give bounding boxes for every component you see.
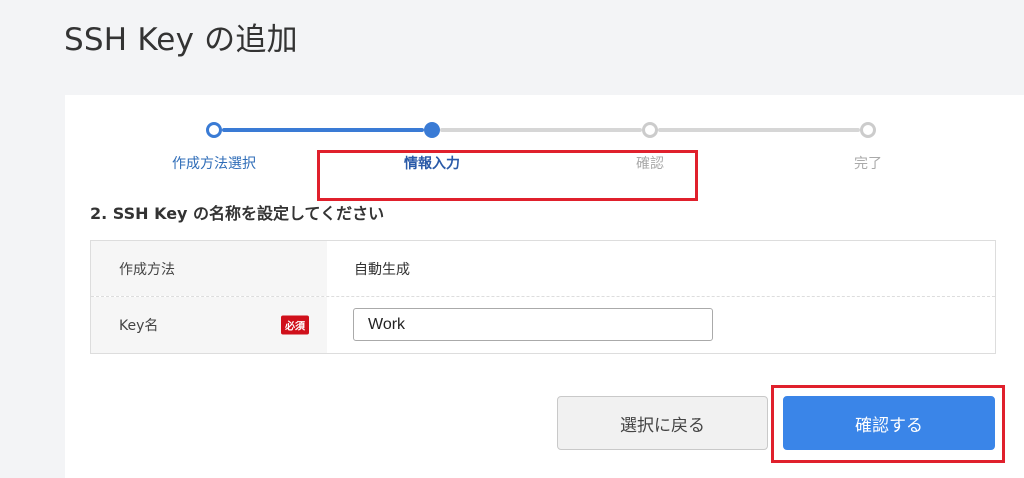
required-badge: 必須 <box>281 315 309 335</box>
method-value: 自動生成 <box>354 261 410 278</box>
step-connector-3 <box>658 128 860 132</box>
form-card: 作成方法選択 情報入力 確認 完了 2. SSH Key の名称を設定してくださ… <box>65 95 1024 478</box>
page-title: SSH Key の追加 <box>64 22 298 58</box>
step-dot-4 <box>860 122 876 138</box>
step-connector-2 <box>440 128 642 132</box>
form-row-key-name: Key名 必須 <box>91 297 995 353</box>
back-to-selection-button[interactable]: 選択に戻る <box>557 396 768 450</box>
method-label: 作成方法 <box>119 261 175 278</box>
step-dot-2 <box>424 122 440 138</box>
form-row-method: 作成方法 自動生成 <box>91 241 995 297</box>
confirm-highlight-box <box>771 385 1005 463</box>
step-connector-1 <box>222 128 424 132</box>
key-name-label: Key名 <box>119 318 159 334</box>
step-label-complete: 完了 <box>854 156 882 172</box>
step-label-select-method: 作成方法選択 <box>172 156 256 172</box>
step-dot-3 <box>642 122 658 138</box>
form-label-cell: 作成方法 <box>91 241 327 296</box>
step-dot-1 <box>206 122 222 138</box>
section-title: 2. SSH Key の名称を設定してください <box>90 204 385 223</box>
form-label-cell: Key名 必須 <box>91 297 327 353</box>
input-highlight-box <box>317 150 698 201</box>
form-table: 作成方法 自動生成 Key名 必須 <box>90 240 996 354</box>
key-name-input[interactable] <box>353 308 713 341</box>
